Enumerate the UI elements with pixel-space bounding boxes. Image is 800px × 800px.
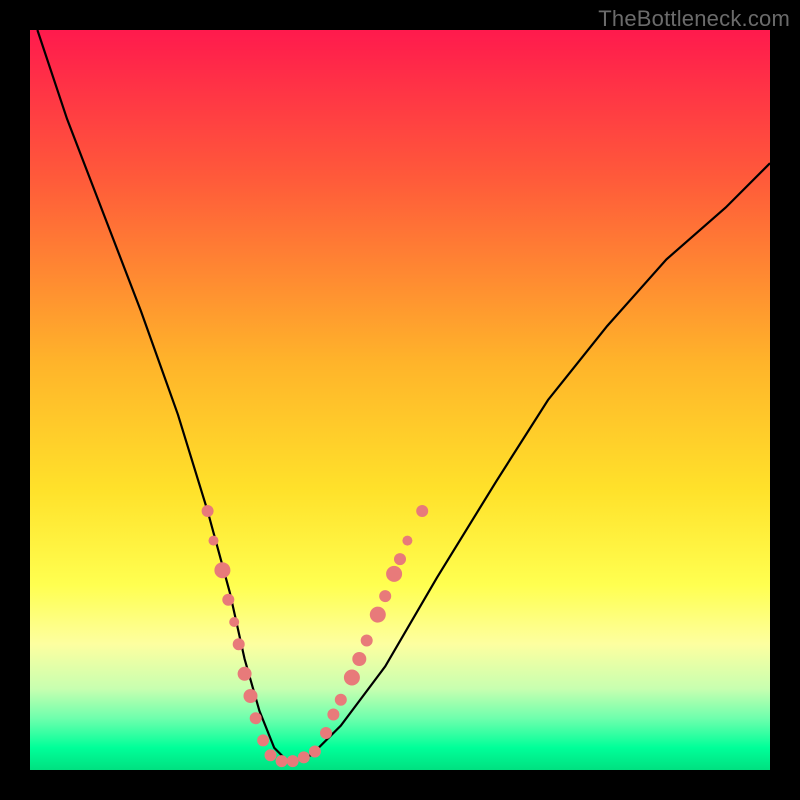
marker-dot: [214, 562, 230, 578]
marker-dot: [386, 566, 402, 582]
marker-dot: [298, 751, 310, 763]
marker-dot: [352, 652, 366, 666]
marker-dot: [327, 709, 339, 721]
marker-dot: [238, 667, 252, 681]
marker-dot: [233, 638, 245, 650]
marker-dot: [229, 617, 239, 627]
marker-dot: [344, 670, 360, 686]
marker-dot: [202, 505, 214, 517]
marker-dot: [276, 755, 288, 767]
marker-dot: [257, 734, 269, 746]
watermark-text: TheBottleneck.com: [598, 6, 790, 32]
marker-dot: [361, 635, 373, 647]
marker-dot: [335, 694, 347, 706]
marker-dot: [222, 594, 234, 606]
marker-dot: [250, 712, 262, 724]
marker-dot: [209, 536, 219, 546]
marker-dot: [402, 536, 412, 546]
marker-dot: [379, 590, 391, 602]
marker-dot: [265, 749, 277, 761]
marker-dot: [287, 755, 299, 767]
chart-overlay: [30, 30, 770, 770]
marker-dot: [416, 505, 428, 517]
bottleneck-curve: [37, 30, 770, 763]
marker-dot: [370, 607, 386, 623]
marker-dot: [394, 553, 406, 565]
marker-cluster-left: [202, 505, 321, 767]
marker-dot: [320, 727, 332, 739]
chart-frame: TheBottleneck.com: [0, 0, 800, 800]
marker-dot: [309, 746, 321, 758]
marker-dot: [244, 689, 258, 703]
